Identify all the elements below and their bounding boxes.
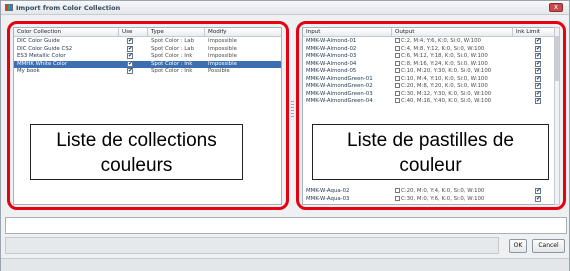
import-dialog: Import from Color Collection x Color Col… <box>0 0 570 271</box>
swatch-row[interactable]: MMK-W-AlmondGreen-03 C:30, M:12, Y:30, K… <box>303 90 557 99</box>
ink-limit-checkbox[interactable] <box>535 187 541 195</box>
collection-row[interactable]: DIC Color Guide Spot Color : Lab Impossi… <box>14 37 281 46</box>
swatch-row[interactable]: MMK-W-AlmondGreen-01 C:10, M:4, Y:10, K:… <box>303 75 557 84</box>
panel-splitter[interactable] <box>291 101 294 117</box>
collections-header: Color Collection Use Type Modify <box>14 28 281 37</box>
swatches-panel: Input Output Ink Limit MMK-W-Almond-01 C… <box>296 21 566 210</box>
swatch-row[interactable]: MMK-W-AlmondGreen-02 C:20, M:8, Y:20, K:… <box>303 82 557 91</box>
swatches-scrollbar[interactable] <box>554 27 560 205</box>
collection-row-selected[interactable]: MMHK White Color Spot Color : Ink Imposs… <box>14 60 281 68</box>
swatch-row[interactable]: MMK-W-Aqua-02 C:20, M:0, Y:4, K:0, Si:0,… <box>303 187 557 196</box>
swatches-overlay-label: Liste de pastilles de couleur <box>312 124 549 180</box>
swatch-row[interactable]: MMK-W-Almond-03 C:6, M:12, Y:18, K:0, Si… <box>303 52 557 61</box>
ink-limit-checkbox[interactable] <box>535 82 541 90</box>
ink-limit-checkbox[interactable] <box>535 60 541 67</box>
col-header-ink-limit[interactable]: Ink Limit <box>516 29 540 35</box>
collections-overlay-label: Liste de collections couleurs <box>30 124 243 180</box>
swatch-row[interactable]: MMK-W-Almond-02 C:4, M:8, Y:12, K:0, Si:… <box>303 45 557 54</box>
col-header-use[interactable]: Use <box>122 29 132 35</box>
use-checkbox[interactable] <box>127 60 133 67</box>
col-header-input[interactable]: Input <box>306 29 320 35</box>
ink-limit-checkbox[interactable] <box>535 37 541 45</box>
collection-row[interactable]: ES3 Metallic Color Spot Color : Ink Impo… <box>14 52 281 61</box>
swatch-row[interactable]: MMK-W-Almond-04 C:8, M:16, Y:24, K:0, Si… <box>303 60 557 69</box>
ink-limit-checkbox[interactable] <box>535 195 541 202</box>
collections-panel: Color Collection Use Type Modify DIC Col… <box>7 21 289 210</box>
message-field[interactable] <box>5 217 567 234</box>
col-header-collection[interactable]: Color Collection <box>17 29 61 35</box>
ink-limit-checkbox[interactable] <box>535 90 541 97</box>
status-bar <box>1 258 569 271</box>
status-field <box>5 237 499 254</box>
cancel-button[interactable]: Cancel <box>532 239 565 253</box>
swatch-row[interactable]: MMK-W-AlmondGreen-04 C:40, M:16, Y:40, K… <box>303 97 557 106</box>
swatch-row[interactable]: MMK-W-Almond-01 C:2, M:4, Y:6, K:0, Si:0… <box>303 37 557 46</box>
use-checkbox[interactable] <box>127 37 133 45</box>
ink-limit-checkbox[interactable] <box>535 45 541 52</box>
col-header-modify[interactable]: Modify <box>208 29 227 35</box>
use-checkbox[interactable] <box>127 45 133 52</box>
ok-button[interactable]: OK <box>509 239 527 253</box>
app-icon <box>5 4 13 11</box>
swatch-row[interactable]: MMK-W-Almond-05 C:10, M:20, Y:30, K:0, S… <box>303 67 557 76</box>
scrollbar-thumb[interactable] <box>555 36 559 81</box>
collection-row[interactable]: My book Spot Color : Ink Possible <box>14 67 281 76</box>
swatch-row[interactable]: MMK-W-Aqua-03 C:30, M:0, Y:6, K:0, Si:0,… <box>303 195 557 204</box>
window-title: Import from Color Collection <box>16 4 121 12</box>
col-header-output[interactable]: Output <box>395 29 414 35</box>
ink-limit-checkbox[interactable] <box>535 67 541 75</box>
collection-row[interactable]: DIC Color Guide CS2 Spot Color : Lab Imp… <box>14 45 281 54</box>
ink-limit-checkbox[interactable] <box>535 97 541 105</box>
use-checkbox[interactable] <box>127 52 133 60</box>
use-checkbox[interactable] <box>127 67 133 75</box>
col-header-type[interactable]: Type <box>151 29 164 35</box>
ink-limit-checkbox[interactable] <box>535 75 541 82</box>
swatches-header: Input Output Ink Limit <box>303 28 557 37</box>
ink-limit-checkbox[interactable] <box>535 52 541 60</box>
close-button[interactable]: x <box>549 3 563 12</box>
title-bar[interactable]: Import from Color Collection x <box>1 1 569 15</box>
